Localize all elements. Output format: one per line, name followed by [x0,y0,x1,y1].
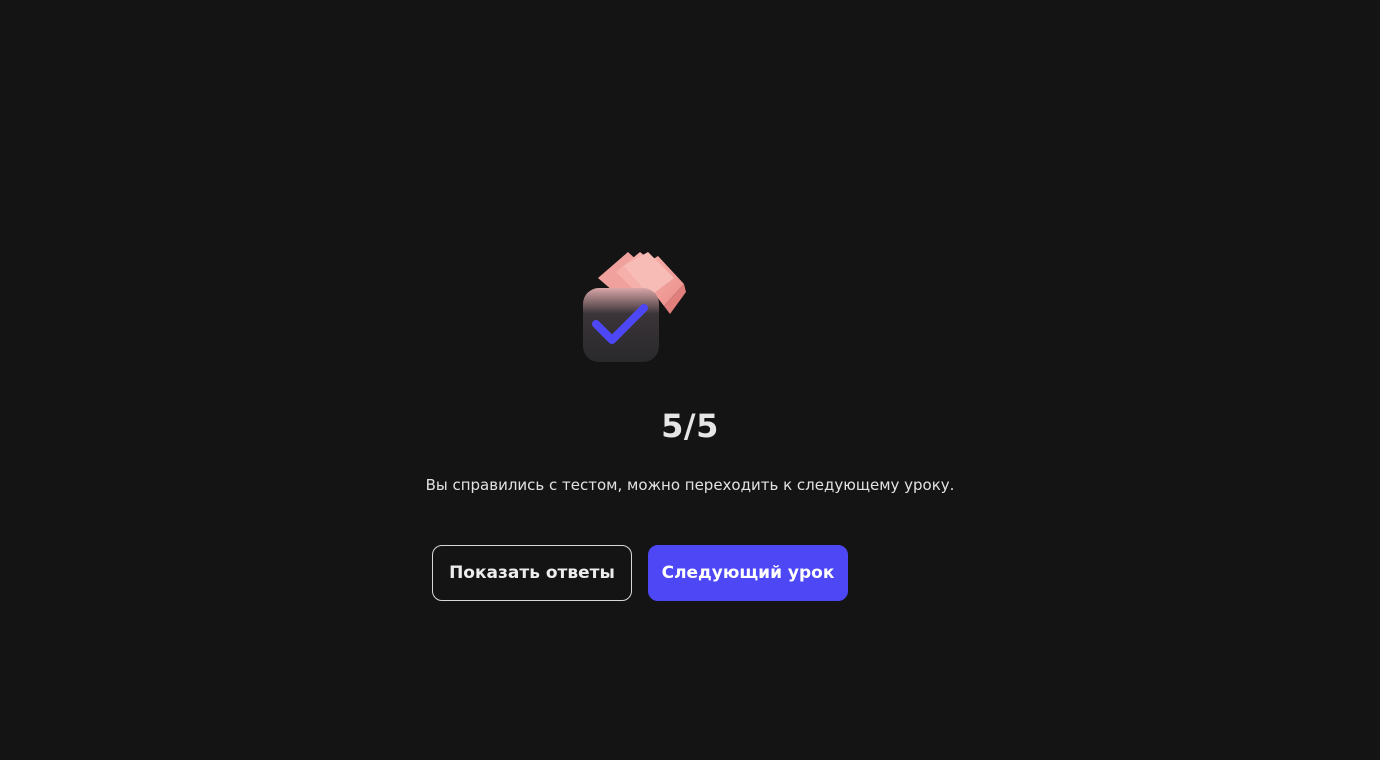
next-lesson-button[interactable]: Следующий урок [648,545,848,601]
result-message: Вы справились с тестом, можно переходить… [425,476,955,494]
test-result-screen: 5/5 Вы справились с тестом, можно перехо… [0,0,1380,760]
show-answers-button[interactable]: Показать ответы [432,545,632,601]
checkbox-with-cards-icon [578,248,706,368]
score-result: 5/5 [661,407,719,445]
